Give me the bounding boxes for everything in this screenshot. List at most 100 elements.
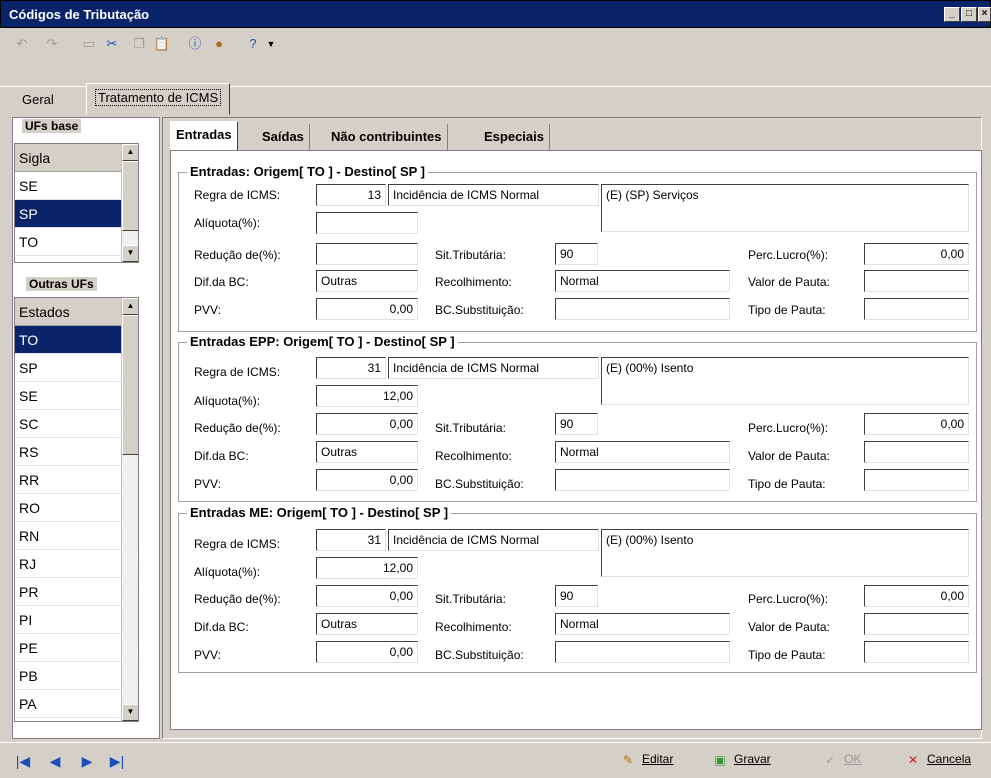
- valor-pauta-field[interactable]: [864, 441, 969, 463]
- regra-note-field[interactable]: (E) (00%) Isento: [601, 357, 969, 405]
- list-item-selected[interactable]: SP: [15, 200, 138, 228]
- regra-note-field[interactable]: (E) (00%) Isento: [601, 529, 969, 577]
- regra-code-field[interactable]: 31: [316, 529, 386, 551]
- dif-bc-field[interactable]: Outras: [316, 613, 418, 635]
- list-item[interactable]: PR: [15, 578, 138, 606]
- dif-bc-field[interactable]: Outras: [316, 270, 418, 292]
- list-item[interactable]: PI: [15, 606, 138, 634]
- save-button[interactable]: ▣ Gravar: [712, 752, 771, 768]
- ufs-base-scrollbar[interactable]: ▲ ▼: [121, 144, 138, 262]
- recolhimento-field[interactable]: Normal: [555, 270, 730, 292]
- tipo-pauta-field[interactable]: [864, 298, 969, 320]
- paste-icon[interactable]: 📋: [153, 35, 171, 53]
- sit-trib-field[interactable]: 90: [555, 243, 598, 265]
- list-item[interactable]: RJ: [15, 550, 138, 578]
- list-item[interactable]: RR: [15, 466, 138, 494]
- aliquota-field[interactable]: [316, 212, 418, 234]
- pvv-field[interactable]: 0,00: [316, 641, 418, 663]
- regra-desc-field[interactable]: Incidência de ICMS Normal: [388, 184, 599, 206]
- tab-nao-contribuintes[interactable]: Não contribuintes: [326, 124, 448, 150]
- aliquota-field[interactable]: 12,00: [316, 557, 418, 579]
- list-item[interactable]: PE: [15, 634, 138, 662]
- help-icon[interactable]: ?: [244, 35, 262, 53]
- reducao-field[interactable]: [316, 243, 418, 265]
- bc-subst-field[interactable]: [555, 298, 730, 320]
- scroll-up-icon[interactable]: ▲: [122, 144, 138, 161]
- regra-desc-field[interactable]: Incidência de ICMS Normal: [388, 529, 599, 551]
- regra-code-field[interactable]: 13: [316, 184, 386, 206]
- dropdown-arrow-icon[interactable]: ▼: [262, 35, 280, 53]
- list-item[interactable]: TO: [15, 228, 138, 256]
- edit-button[interactable]: ✎ Editar: [620, 752, 673, 768]
- regra-note-field[interactable]: (E) (SP) Serviços: [601, 184, 969, 232]
- regra-code-field[interactable]: 31: [316, 357, 386, 379]
- minimize-icon[interactable]: _: [944, 7, 960, 22]
- save-label: Gravar: [734, 752, 771, 767]
- regra-desc-field[interactable]: Incidência de ICMS Normal: [388, 357, 599, 379]
- list-item[interactable]: PA: [15, 690, 138, 718]
- scroll-down-icon[interactable]: ▼: [122, 245, 138, 262]
- list-item[interactable]: RN: [15, 522, 138, 550]
- aliquota-field[interactable]: 12,00: [316, 385, 418, 407]
- perc-lucro-field[interactable]: 0,00: [864, 243, 969, 265]
- pvv-field[interactable]: 0,00: [316, 469, 418, 491]
- outras-ufs-header[interactable]: Estados: [15, 298, 138, 326]
- sit-trib-label: Sit.Tributária:: [435, 592, 506, 606]
- recolhimento-field[interactable]: Normal: [555, 613, 730, 635]
- scroll-up-icon[interactable]: ▲: [122, 298, 138, 315]
- info-icon[interactable]: ⓘ: [186, 35, 204, 53]
- first-record-icon[interactable]: |◀: [14, 752, 32, 770]
- list-item[interactable]: SE: [15, 172, 138, 200]
- outras-ufs-list[interactable]: Estados TO SP SE SC RS RR RO RN RJ PR PI…: [14, 297, 139, 722]
- prev-record-icon[interactable]: ◀: [46, 752, 64, 770]
- tab-saidas[interactable]: Saídas: [257, 124, 310, 150]
- sit-trib-label: Sit.Tributária:: [435, 421, 506, 435]
- list-item[interactable]: SE: [15, 382, 138, 410]
- perc-lucro-field[interactable]: 0,00: [864, 413, 969, 435]
- next-record-icon[interactable]: ▶: [78, 752, 96, 770]
- tipo-pauta-label: Tipo de Pauta:: [748, 648, 826, 662]
- bc-subst-field[interactable]: [555, 641, 730, 663]
- list-item[interactable]: PB: [15, 662, 138, 690]
- ufs-base-header[interactable]: Sigla: [15, 144, 138, 172]
- scroll-thumb[interactable]: [122, 161, 138, 231]
- tipo-pauta-field[interactable]: [864, 641, 969, 663]
- perc-lucro-field[interactable]: 0,00: [864, 585, 969, 607]
- reducao-field[interactable]: 0,00: [316, 413, 418, 435]
- new-icon[interactable]: ▭: [80, 35, 98, 53]
- pvv-field[interactable]: 0,00: [316, 298, 418, 320]
- tab-especiais[interactable]: Especiais: [479, 124, 550, 150]
- user-icon[interactable]: ●: [210, 35, 228, 53]
- reducao-field[interactable]: 0,00: [316, 585, 418, 607]
- cancel-button[interactable]: ✕ Cancela: [905, 752, 971, 768]
- cut-icon[interactable]: ✂: [103, 35, 121, 53]
- copy-icon[interactable]: ❐: [130, 35, 148, 53]
- redo-icon[interactable]: ↷: [43, 35, 61, 53]
- valor-pauta-field[interactable]: [864, 613, 969, 635]
- list-item-selected[interactable]: TO: [15, 326, 138, 354]
- list-item[interactable]: RO: [15, 494, 138, 522]
- tab-entradas[interactable]: Entradas: [170, 121, 238, 151]
- dif-bc-field[interactable]: Outras: [316, 441, 418, 463]
- last-record-icon[interactable]: ▶|: [108, 752, 126, 770]
- tab-geral[interactable]: Geral: [14, 86, 62, 113]
- valor-pauta-field[interactable]: [864, 270, 969, 292]
- maximize-icon[interactable]: □: [961, 7, 977, 22]
- ufs-base-list[interactable]: Sigla SE SP TO ▲ ▼: [14, 143, 139, 263]
- scroll-thumb[interactable]: [122, 315, 138, 455]
- tipo-pauta-field[interactable]: [864, 469, 969, 491]
- list-item[interactable]: SC: [15, 410, 138, 438]
- outras-ufs-scrollbar[interactable]: ▲ ▼: [121, 298, 138, 721]
- valor-pauta-label: Valor de Pauta:: [748, 449, 830, 463]
- undo-icon[interactable]: ↶: [13, 35, 31, 53]
- bc-subst-field[interactable]: [555, 469, 730, 491]
- list-item[interactable]: SP: [15, 354, 138, 382]
- recolhimento-field[interactable]: Normal: [555, 441, 730, 463]
- sit-trib-field[interactable]: 90: [555, 413, 598, 435]
- ok-button[interactable]: ✓ OK: [822, 752, 861, 768]
- sit-trib-field[interactable]: 90: [555, 585, 598, 607]
- close-icon[interactable]: ×: [978, 7, 991, 22]
- list-item[interactable]: RS: [15, 438, 138, 466]
- tab-tratamento-icms[interactable]: Tratamento de ICMS: [86, 83, 231, 115]
- scroll-down-icon[interactable]: ▼: [122, 704, 138, 721]
